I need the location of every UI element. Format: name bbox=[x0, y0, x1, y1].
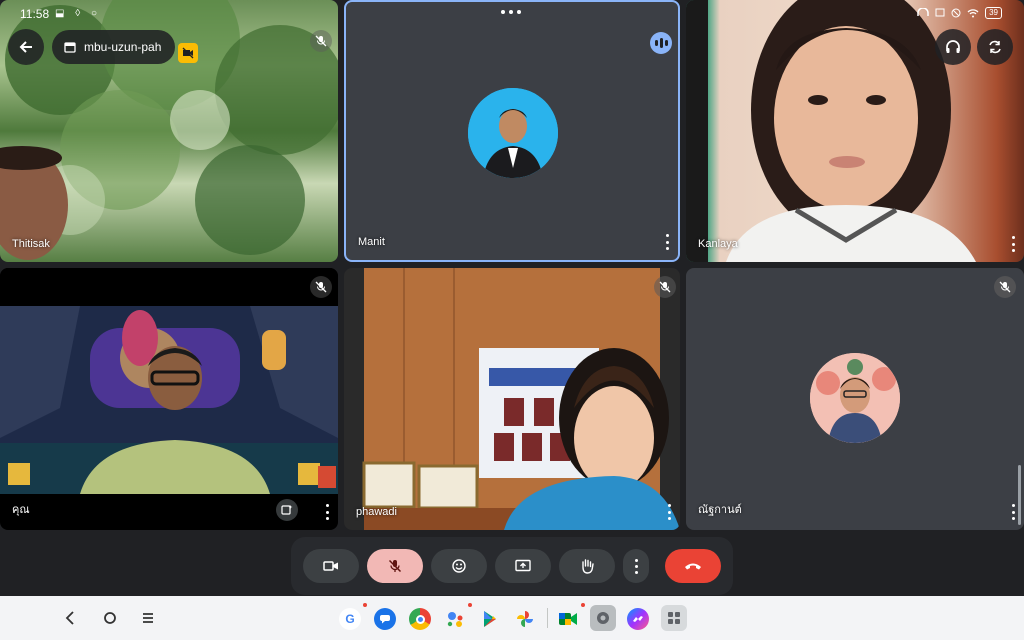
chrome-icon[interactable] bbox=[409, 608, 431, 630]
play-store-icon[interactable] bbox=[479, 608, 501, 630]
avatar bbox=[468, 88, 558, 178]
messages-icon[interactable] bbox=[374, 608, 396, 630]
cast-status-icon bbox=[935, 8, 945, 17]
participant-name: ณัฐกานต์ bbox=[698, 504, 742, 516]
tile-drag-handle-icon[interactable] bbox=[501, 10, 521, 14]
video-feed bbox=[362, 268, 680, 530]
participant-tile-self[interactable]: คุณ bbox=[0, 268, 338, 530]
participant-tile[interactable]: Kanlaya bbox=[686, 0, 1024, 262]
settings-icon[interactable] bbox=[590, 605, 616, 631]
speaking-indicator-icon bbox=[650, 32, 672, 54]
camera-toggle-button[interactable] bbox=[303, 549, 359, 583]
tile-more-options-icon[interactable] bbox=[322, 504, 332, 520]
end-call-button[interactable] bbox=[665, 549, 721, 583]
camera-icon bbox=[323, 561, 338, 571]
nav-recents-icon[interactable] bbox=[142, 612, 154, 624]
google-icon[interactable]: G bbox=[339, 608, 361, 630]
meeting-code: mbu-uzun-pah bbox=[84, 40, 162, 54]
nav-back-icon[interactable] bbox=[64, 611, 76, 625]
switch-camera-button[interactable] bbox=[977, 29, 1013, 65]
emoji-icon bbox=[452, 559, 466, 573]
tile-more-options-icon[interactable] bbox=[1008, 504, 1018, 520]
call-controls-bar bbox=[291, 537, 733, 595]
nav-home-icon[interactable] bbox=[103, 611, 117, 625]
back-button[interactable] bbox=[8, 29, 44, 65]
mic-off-icon bbox=[659, 281, 671, 293]
avatar-photo bbox=[468, 88, 558, 178]
tile-mute-indicator bbox=[994, 276, 1016, 298]
participant-name: phawadi bbox=[356, 506, 397, 518]
participant-name: Thitisak bbox=[12, 238, 50, 250]
participant-name: Kanlaya bbox=[698, 238, 738, 250]
messenger-icon[interactable] bbox=[627, 608, 649, 630]
headset-status-icon bbox=[917, 8, 929, 16]
headphones-icon bbox=[946, 40, 960, 53]
meeting-code-chip[interactable]: mbu-uzun-pah bbox=[52, 30, 176, 64]
wifi-status-icon bbox=[967, 9, 979, 18]
end-call-icon bbox=[685, 563, 701, 570]
tile-more-options-icon[interactable] bbox=[664, 504, 674, 520]
notification-dot bbox=[581, 603, 585, 607]
assistant-icon[interactable] bbox=[444, 608, 466, 630]
arrow-back-icon bbox=[19, 41, 32, 53]
meet-icon[interactable] bbox=[557, 608, 579, 630]
participant-name: Manit bbox=[358, 236, 385, 248]
participant-tile-active-speaker[interactable]: Manit bbox=[344, 0, 680, 262]
tile-more-options-icon[interactable] bbox=[662, 234, 672, 250]
present-screen-button[interactable] bbox=[495, 549, 551, 583]
mic-off-icon bbox=[388, 559, 402, 573]
video-feed bbox=[0, 268, 338, 494]
more-options-button[interactable] bbox=[623, 549, 649, 583]
scrollbar[interactable] bbox=[1018, 465, 1021, 525]
audio-output-button[interactable] bbox=[935, 29, 971, 65]
participant-name: คุณ bbox=[12, 504, 30, 516]
avatar-photo bbox=[810, 353, 900, 443]
mic-off-icon bbox=[315, 35, 327, 47]
battery-icon: 39 bbox=[985, 7, 1002, 19]
calendar-icon bbox=[64, 42, 76, 53]
dnd-status-icon bbox=[951, 8, 961, 18]
photos-icon[interactable] bbox=[514, 608, 536, 630]
present-icon bbox=[515, 559, 531, 572]
status-time: 11:58 bbox=[20, 7, 50, 21]
status-icons: 39 bbox=[917, 7, 1002, 19]
avatar bbox=[810, 353, 900, 443]
mic-off-icon bbox=[999, 281, 1011, 293]
reactions-button[interactable] bbox=[431, 549, 487, 583]
switch-camera-icon bbox=[989, 40, 1001, 54]
mic-toggle-button[interactable] bbox=[367, 549, 423, 583]
meet-call-screen: 11:58 ⬓ ◊ ○ 39 Thitisak mbu-uzun-pah Man… bbox=[0, 0, 1024, 640]
tile-mute-indicator bbox=[654, 276, 676, 298]
taskbar-divider bbox=[547, 608, 548, 628]
status-notification-icons: ⬓ ◊ ○ bbox=[55, 8, 101, 19]
captions-off-badge[interactable] bbox=[178, 43, 198, 63]
video-feed bbox=[686, 0, 976, 262]
tile-more-options-icon[interactable] bbox=[1008, 236, 1018, 252]
no-video-icon bbox=[182, 47, 194, 59]
more-icon bbox=[634, 558, 638, 574]
notification-dot bbox=[468, 603, 472, 607]
self-view-effects-button[interactable] bbox=[276, 499, 298, 521]
effects-icon bbox=[281, 505, 293, 515]
participant-tile[interactable]: ณัฐกานต์ bbox=[686, 268, 1024, 530]
app-drawer-icon[interactable] bbox=[661, 605, 687, 631]
participant-tile[interactable]: phawadi bbox=[344, 268, 680, 530]
tile-mute-indicator bbox=[310, 30, 332, 52]
raise-hand-button[interactable] bbox=[559, 549, 615, 583]
notification-dot bbox=[363, 603, 367, 607]
mic-off-icon bbox=[315, 281, 327, 293]
tile-mute-indicator bbox=[310, 276, 332, 298]
raise-hand-icon bbox=[582, 559, 594, 574]
